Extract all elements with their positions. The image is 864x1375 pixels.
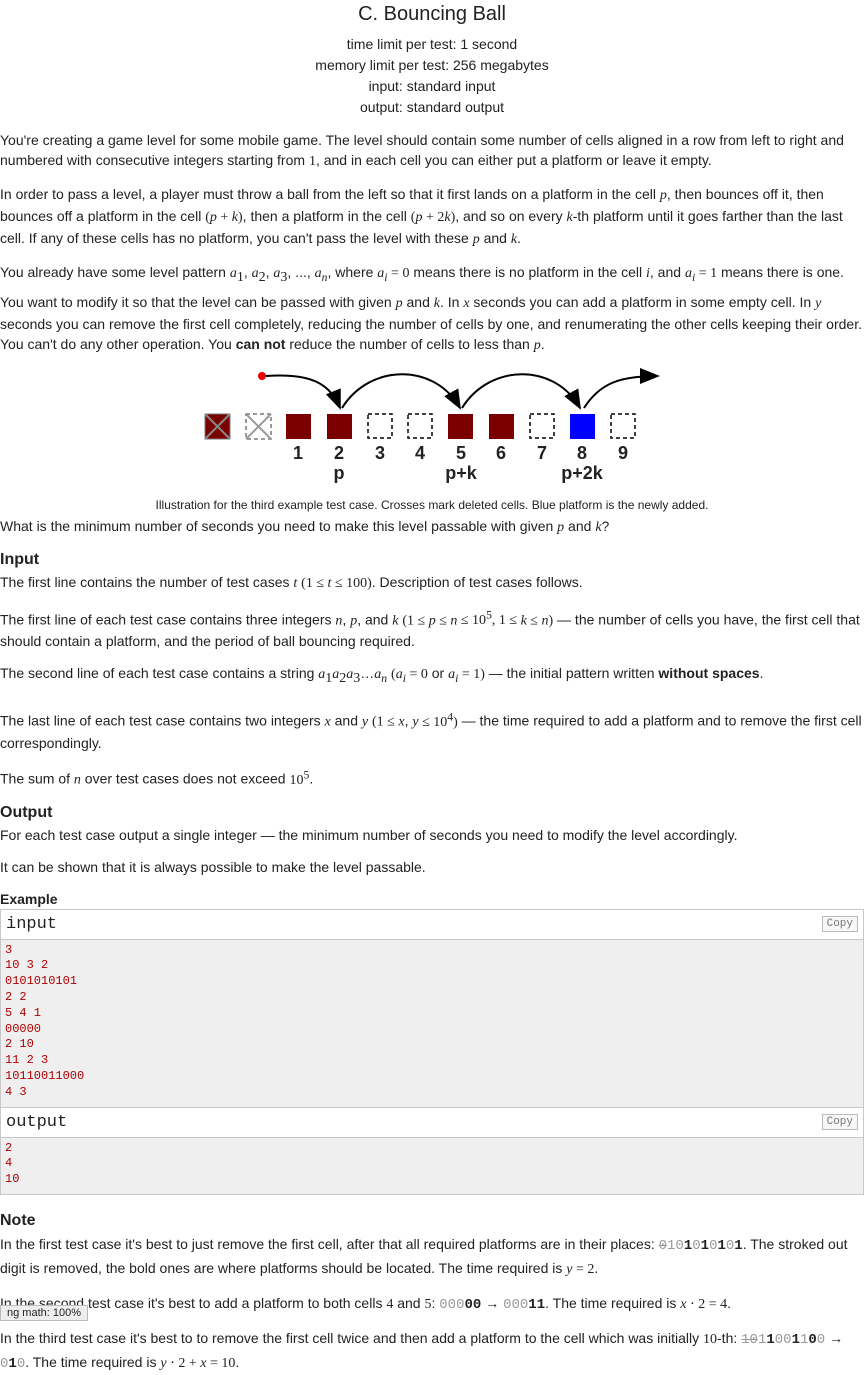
cell-number: 4 (415, 443, 425, 463)
cell-number: 3 (375, 443, 385, 463)
platform-cell (489, 413, 514, 439)
bouncing-ball-diagram: 1 2 3 4 5 6 7 8 9 p p+k p+2k (204, 367, 660, 483)
copy-output-button[interactable]: Copy (821, 1113, 858, 1130)
example-title: Example (0, 890, 58, 907)
cell-number: 7 (537, 443, 547, 463)
problem-title: C. Bouncing Ball (358, 3, 506, 25)
input-line: 3 (5, 942, 13, 957)
input-line: 5 4 1 (5, 1005, 42, 1020)
figure-caption: Illustration for the third example test … (155, 497, 709, 512)
time-limit: time limit per test: 1 second (346, 36, 518, 52)
cell-number: 6 (496, 443, 506, 463)
example-input-box: input Copy 3 10 3 2 0101010101 2 25 4 1 0000… (0, 908, 864, 1108)
copy-input-button[interactable]: Copy (821, 915, 858, 932)
cell-number: 2 (334, 443, 344, 463)
input-spec: input: standard input (368, 78, 496, 94)
empty-cell (529, 413, 555, 439)
bounce-arrow (265, 374, 341, 410)
bounce-arrow (583, 367, 660, 409)
output-line: 10 (5, 1172, 20, 1187)
example-output-box: output Copy 2 4 10 (0, 1107, 864, 1195)
input-section-title: Input (0, 550, 40, 568)
cell-number: 9 (618, 443, 628, 463)
platform-cell (286, 413, 311, 439)
output-label: output (6, 1112, 68, 1132)
example-output: 2 4 10 (1, 1137, 863, 1194)
input-line: 11 2 3 (5, 1053, 49, 1068)
legend: You're creating a game level for some mo… (0, 132, 862, 353)
memory-limit: memory limit per test: 256 megabytes (315, 57, 549, 73)
ball-icon (258, 371, 266, 380)
added-platform-cell (570, 413, 595, 439)
empty-cell (367, 413, 393, 439)
output-spec: output: standard output (360, 99, 504, 115)
math-zoom-indicator[interactable]: ng math: 100% (0, 1305, 88, 1321)
cell-number: 8 (577, 443, 587, 463)
platform-cell (327, 413, 352, 439)
cell-label: p+k (445, 463, 478, 483)
input-line: 2 10 (5, 1037, 34, 1052)
output-section: For each test case output a single integ… (0, 826, 738, 875)
input-line: 0101010101 (5, 974, 78, 989)
note-title: Note (0, 1211, 36, 1229)
bounce-arrow (461, 373, 581, 410)
empty-cell (407, 413, 433, 439)
cell-number: 5 (456, 443, 466, 463)
output-line: 4 (5, 1156, 13, 1171)
illustration: 1 2 3 4 5 6 7 8 9 p p+k p+2k (0, 367, 864, 496)
output-line: 2 (5, 1140, 13, 1155)
input-label: input (6, 914, 58, 934)
output-section-title: Output (0, 803, 53, 821)
cell-label: p (334, 463, 345, 483)
example-input: 3 10 3 2 0101010101 2 25 4 1 00000 2 10 11 2 3… (1, 939, 863, 1107)
cell-number: 1 (293, 443, 303, 463)
bounce-arrow (341, 373, 461, 410)
input-line: 2 2 (5, 989, 27, 1004)
input-line: 10 3 2 (5, 958, 49, 973)
note-section: In the first test case it's best to just… (0, 1235, 848, 1372)
cell-label: p+2k (561, 463, 604, 483)
platform-cell (448, 413, 473, 439)
input-section: The first line contains the number of te… (0, 573, 862, 788)
input-line: 4 3 (5, 1084, 27, 1099)
empty-cell (610, 413, 636, 439)
input-line: 10110011000 (5, 1068, 85, 1083)
problem-header: C. Bouncing Ball time limit per test: 1 … (0, 2, 864, 118)
input-line: 00000 (5, 1021, 42, 1036)
